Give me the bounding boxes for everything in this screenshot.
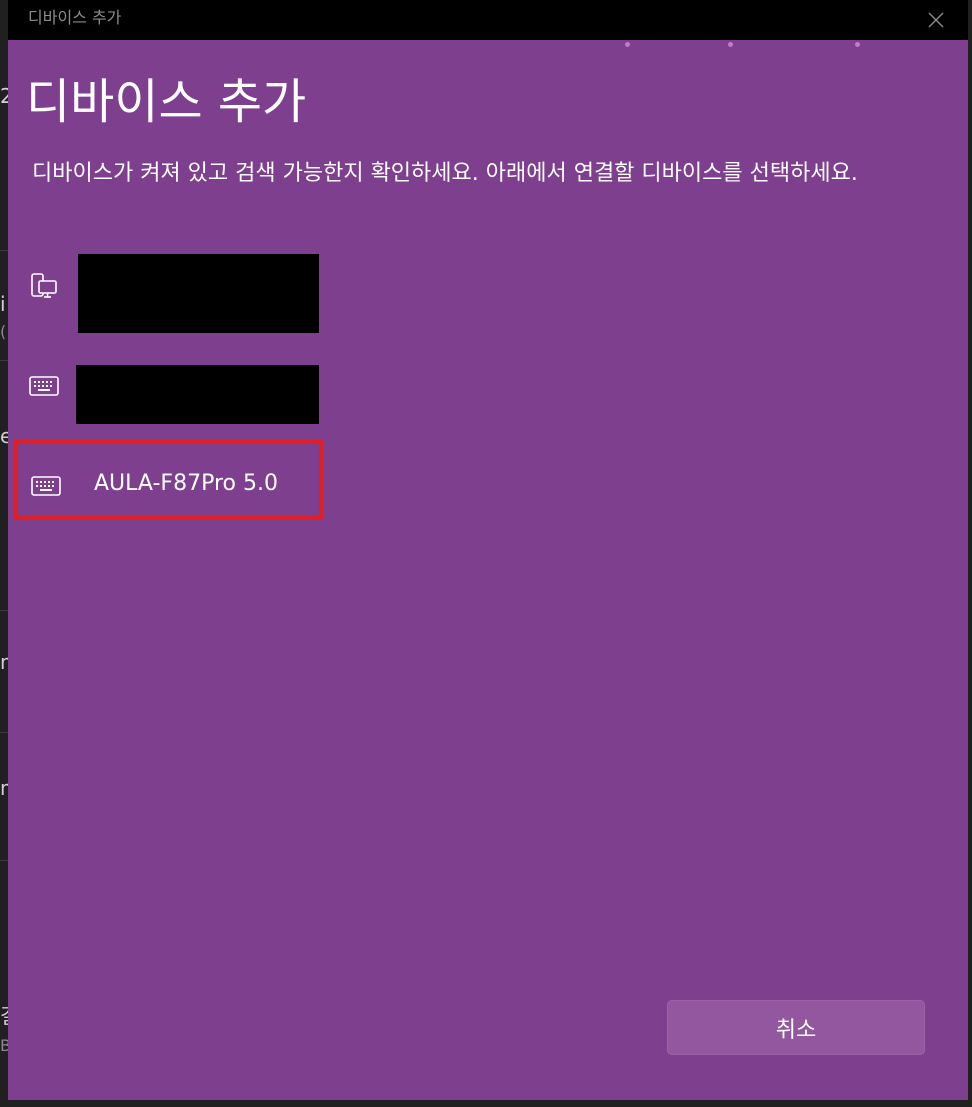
highlight-annotation [14,440,323,520]
devices-icon [28,271,60,303]
window-title: 디바이스 추가 [28,8,122,27]
progress-dot [728,42,733,47]
redacted-device-name [78,254,319,333]
cancel-button[interactable]: 취소 [667,1000,925,1055]
close-icon [928,12,944,28]
keyboard-icon [28,370,60,402]
redacted-device-name [76,365,319,424]
device-item[interactable] [16,365,326,425]
progress-dot [625,42,630,47]
device-item[interactable] [16,254,326,334]
title-bar: 디바이스 추가 [8,0,968,40]
progress-dot [855,42,860,47]
page-title: 디바이스 추가 [26,74,307,130]
add-device-dialog: 디바이스 추가 디바이스 추가 디바이스가 켜져 있고 검색 가능한지 확인하세… [8,0,968,1100]
close-button[interactable] [920,4,952,36]
instruction-text: 디바이스가 켜져 있고 검색 가능한지 확인하세요. 아래에서 연결할 디바이스… [32,161,858,186]
